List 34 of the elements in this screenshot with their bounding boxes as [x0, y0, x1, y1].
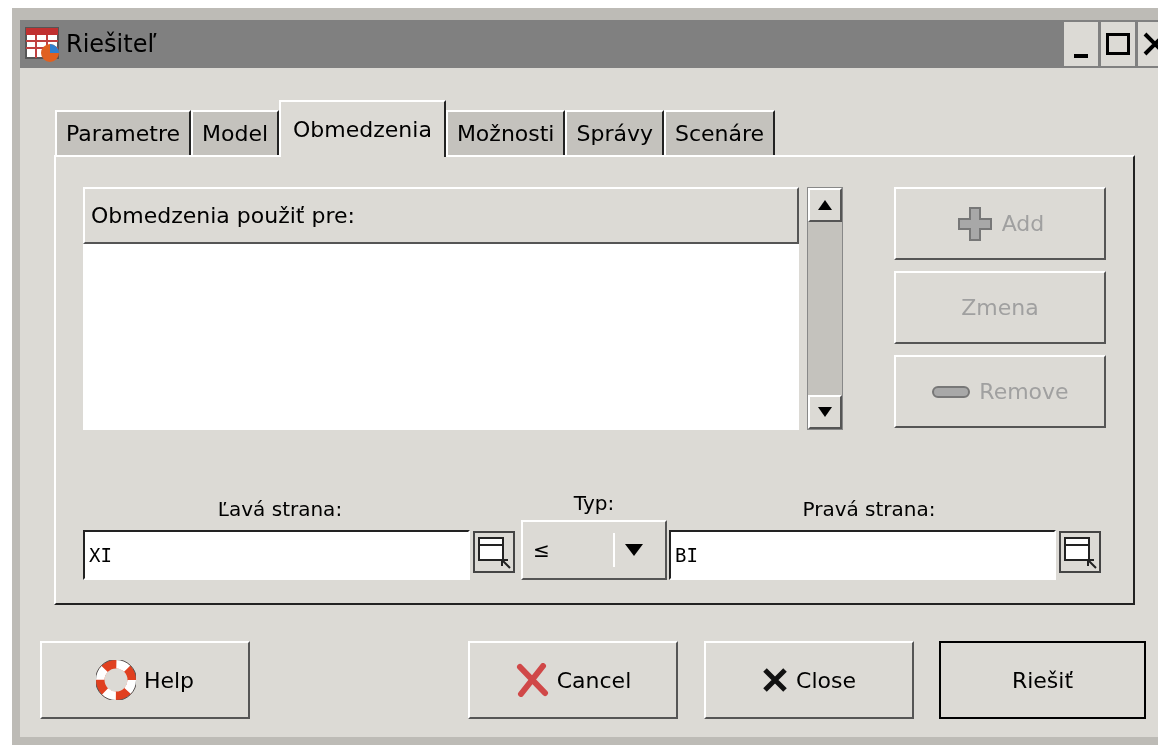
tab[interactable]: Model [191, 110, 280, 155]
up-arrow-icon [818, 200, 832, 210]
tab[interactable]: Možnosti [445, 110, 566, 155]
scroll-down-button[interactable] [808, 395, 842, 429]
minimize-button[interactable] [1064, 22, 1098, 66]
cross-icon [514, 663, 549, 697]
tab[interactable]: Správy [565, 110, 664, 155]
cancel-button[interactable]: Cancel [468, 641, 678, 719]
type-dropdown[interactable]: ≤ [521, 520, 667, 580]
solve-button[interactable]: Riešiť [939, 641, 1146, 719]
help-button[interactable]: Help [40, 641, 250, 719]
scroll-up-button[interactable] [808, 188, 842, 222]
cell-picker-icon[interactable] [1058, 530, 1102, 574]
dropdown-arrow-icon [625, 544, 643, 556]
maximize-button[interactable] [1101, 22, 1135, 66]
plus-icon [955, 204, 994, 243]
field-label: Typ: [572, 490, 616, 517]
input-field[interactable]: XI [83, 530, 470, 580]
cell-picker-icon[interactable] [472, 530, 516, 574]
minus-icon [931, 383, 972, 400]
close-icon [762, 667, 789, 693]
scrollbar[interactable] [807, 187, 843, 430]
tab[interactable]: Parametre [55, 110, 191, 155]
lifebuoy-icon [95, 660, 136, 700]
field-label: Pravá strana: [801, 496, 937, 523]
close-dialog-button[interactable]: Close [704, 641, 914, 719]
field-label: Ľavá strana: [216, 496, 344, 523]
tab[interactable]: Obmedzenia [279, 100, 446, 157]
window-title: Riešiteľ [66, 29, 158, 60]
down-arrow-icon [818, 407, 832, 417]
input-field[interactable]: BI [669, 530, 1056, 580]
spreadsheet-app-icon [24, 25, 62, 63]
tab[interactable]: Scenáre [664, 110, 776, 155]
list-header[interactable]: Obmedzenia použiť pre: [83, 187, 799, 244]
